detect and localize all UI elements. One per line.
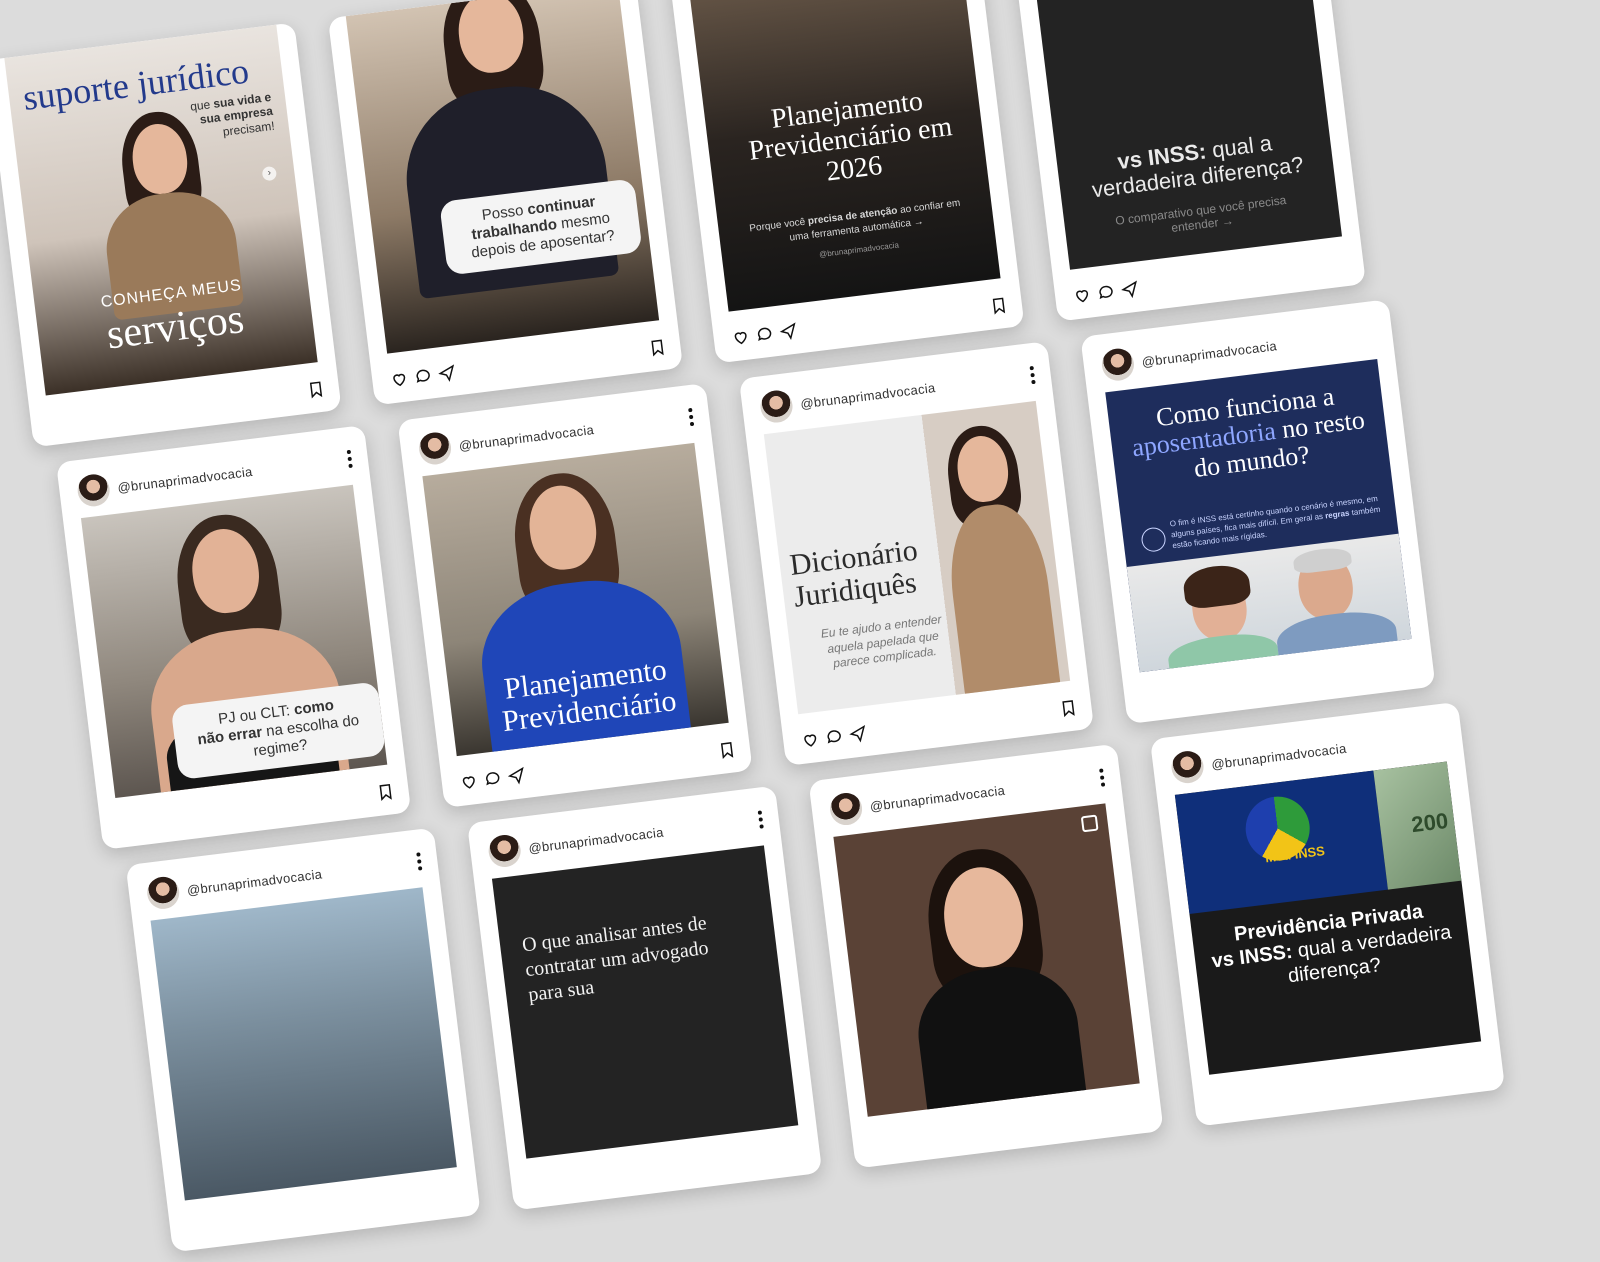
post-card-contratar-advogado[interactable]: @brunaprimadvocacia O que analisar antes… (467, 785, 823, 1211)
heart-icon[interactable] (459, 772, 479, 792)
post-image-aposentadoria-mundo[interactable]: Como funciona a aposentadoria no resto do… (1105, 358, 1412, 673)
share-icon[interactable] (778, 321, 798, 341)
post-image-planejamento-2026[interactable]: Planejamento Previdenciário em 2026 Porq… (687, 0, 1001, 312)
bookmark-icon[interactable] (306, 380, 326, 400)
post-image-vs-inss-top[interactable]: vs INSS: qual a verdadeira diferença? O … (1028, 0, 1343, 270)
post-handle[interactable]: @brunaprimadvocacia (186, 866, 323, 897)
avatar[interactable] (75, 472, 112, 509)
more-icon[interactable] (345, 449, 355, 469)
globe-icon (1140, 526, 1167, 553)
avatar[interactable] (145, 875, 182, 911)
comment-icon[interactable] (483, 769, 503, 789)
avatar[interactable] (486, 833, 523, 869)
bookmark-icon[interactable] (717, 740, 737, 760)
post-card-retrato[interactable]: @brunaprimadvocacia (808, 743, 1164, 1169)
bookmark-icon[interactable] (1058, 698, 1078, 718)
comment-icon[interactable] (755, 324, 775, 344)
post-title: Como funciona a aposentadoria no resto do… (1130, 381, 1367, 483)
post-card-aposentadoria-mundo[interactable]: @brunaprimadvocacia Como funciona a apose… (1080, 299, 1436, 725)
post-photo-couple (1126, 533, 1412, 673)
post-image-retrato[interactable] (833, 803, 1140, 1117)
post-card-planejamento-2026[interactable]: Planejamento Previdenciário em 2026 Porq… (669, 0, 1025, 364)
avatar[interactable] (1100, 346, 1136, 383)
post-title: Planejamento Previdenciário em 2026 (747, 85, 954, 188)
phone-screen: Meu INSS (1174, 770, 1388, 914)
post-image-contratar[interactable]: O que analisar antes de contratar um adv… (491, 845, 799, 1159)
post-card-previdencia-privada[interactable]: @brunaprimadvocacia Meu INSS 200 Previdê… (1149, 701, 1506, 1127)
post-handle[interactable]: @brunaprimadvocacia (1141, 338, 1278, 369)
heart-icon[interactable] (1072, 285, 1092, 305)
post-image-cidade[interactable] (150, 887, 457, 1201)
carousel-icon (1080, 814, 1099, 833)
post-grid: suporte jurídico que sua vida e sua empr… (0, 0, 1600, 1253)
post-card-cidade[interactable]: @brunaprimadvocacia (125, 827, 481, 1253)
more-icon[interactable] (686, 407, 696, 427)
post-handle[interactable]: @brunaprimadvocacia (869, 782, 1006, 813)
comment-icon[interactable] (824, 727, 844, 747)
share-icon[interactable] (1120, 280, 1140, 300)
comment-icon[interactable] (1096, 282, 1116, 302)
post-subtitle: Eu te ajudo a entender aquela papelada q… (819, 612, 943, 671)
bookmark-icon[interactable] (376, 782, 396, 802)
share-icon[interactable] (848, 724, 868, 744)
post-handle[interactable]: @brunaprimadvocacia (528, 824, 665, 855)
post-title: vs INSS: qual a verdadeira diferença? (1090, 130, 1305, 203)
comment-icon[interactable] (413, 366, 433, 386)
post-handle[interactable]: @brunaprimadvocacia (117, 463, 254, 494)
post-image-pj-clt[interactable]: PJ ou CLT: como não errar na escolha do r… (80, 484, 388, 799)
more-icon[interactable] (756, 810, 766, 829)
post-handle[interactable]: @brunaprimadvocacia (799, 380, 936, 411)
heart-icon[interactable] (800, 730, 820, 750)
post-image-servicos[interactable]: suporte jurídico que sua vida e sua empr… (4, 24, 318, 396)
post-handle[interactable]: @brunaprimadvocacia (458, 422, 595, 453)
post-image-continuar[interactable]: Posso continuar trabalhando mesmo depois… (345, 0, 660, 354)
post-card-servicos[interactable]: suporte jurídico que sua vida e sua empr… (0, 22, 342, 448)
avatar[interactable] (417, 430, 453, 467)
more-icon[interactable] (1028, 365, 1038, 385)
post-card-vs-inss-top[interactable]: vs INSS: qual a verdadeira diferença? O … (1010, 0, 1366, 322)
avatar[interactable] (1169, 749, 1206, 785)
post-card-dicionario[interactable]: @brunaprimadvocacia Dicionário Juridiquê… (738, 341, 1095, 767)
post-card-pj-clt[interactable]: @brunaprimadvocacia PJ ou CLT: como não e… (56, 424, 412, 850)
share-icon[interactable] (507, 766, 527, 786)
post-handle[interactable]: @brunaprimadvocacia (1210, 740, 1347, 771)
post-card-planejamento[interactable]: @brunaprimadvocacia Planejamento Previde… (397, 383, 753, 808)
avatar[interactable] (758, 388, 795, 425)
post-card-continuar-trabalhando[interactable]: Posso continuar trabalhando mesmo depois… (327, 0, 684, 406)
share-icon[interactable] (437, 363, 457, 383)
post-title: Previdência Privada vs INSS: qual a verda… (1210, 900, 1453, 988)
bookmark-icon[interactable] (647, 338, 667, 358)
next-slide-icon[interactable]: › (261, 165, 278, 182)
heart-icon[interactable] (389, 369, 409, 389)
post-image-previdencia[interactable]: Meu INSS 200 Previdência Privada vs INSS:… (1174, 761, 1482, 1075)
heart-icon[interactable] (731, 327, 751, 347)
post-title: O que analisar antes de contratar um adv… (520, 912, 710, 1007)
more-icon[interactable] (414, 852, 424, 871)
post-subtitle: O comparativo que você precisa entender … (1114, 192, 1288, 236)
more-icon[interactable] (1097, 768, 1107, 787)
post-title: Dicionário Juridiquês (788, 533, 920, 614)
post-image-planejamento[interactable]: Planejamento Previdenciário (422, 442, 729, 757)
avatar[interactable] (828, 791, 864, 827)
banknotes: 200 (1373, 761, 1462, 890)
post-image-dicionario[interactable]: Dicionário Juridiquês Eu te ajudo a ente… (763, 400, 1071, 715)
bookmark-icon[interactable] (989, 296, 1009, 316)
